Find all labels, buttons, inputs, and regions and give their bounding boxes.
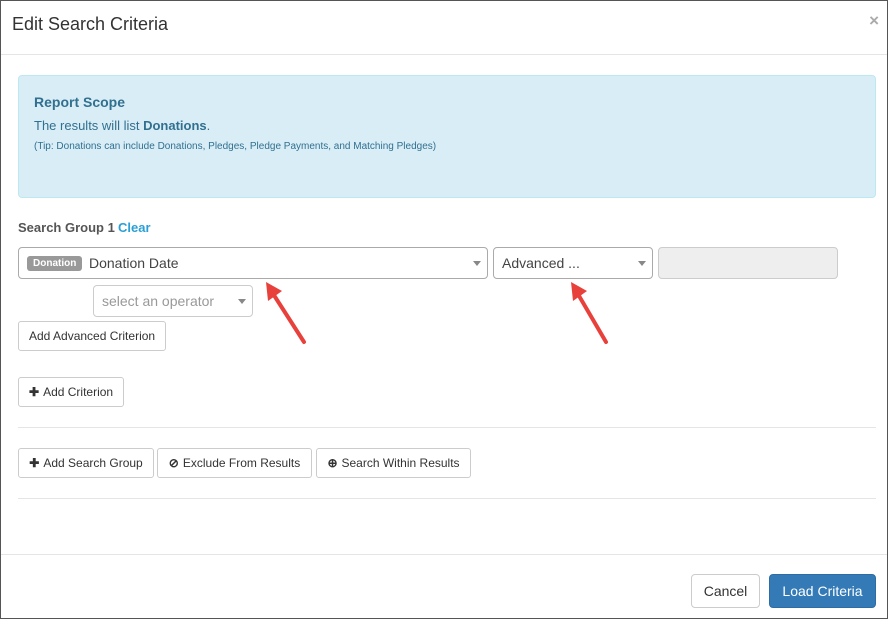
report-scope-tip: (Tip: Donations can include Donations, P… bbox=[34, 141, 437, 152]
report-scope-panel: Report Scope The results will list Donat… bbox=[18, 75, 876, 198]
annotation-arrow-icon bbox=[266, 282, 306, 344]
exclude-from-results-label: Exclude From Results bbox=[182, 456, 301, 470]
criterion-value-input bbox=[658, 247, 838, 279]
chevron-down-icon bbox=[238, 299, 246, 304]
search-within-results-button[interactable]: ⊕ Search Within Results bbox=[316, 448, 471, 478]
zoom-in-icon: ⊕ bbox=[327, 456, 338, 470]
chevron-down-icon bbox=[473, 261, 481, 266]
add-criterion-button[interactable]: ✚ Add Criterion bbox=[18, 377, 124, 407]
chevron-down-icon bbox=[638, 261, 646, 266]
close-icon[interactable]: × bbox=[869, 12, 879, 29]
annotation-arrow-icon bbox=[571, 282, 608, 344]
add-criterion-label: Add Criterion bbox=[43, 385, 114, 399]
cancel-button[interactable]: Cancel bbox=[691, 574, 760, 608]
add-search-group-label: Add Search Group bbox=[43, 456, 143, 470]
criterion-category-badge: Donation bbox=[27, 256, 83, 271]
scope-line-prefix: The results will list bbox=[34, 118, 144, 133]
criterion-operator-select[interactable]: select an operator bbox=[93, 285, 253, 317]
modal-footer-divider bbox=[1, 554, 887, 555]
scope-line-suffix: . bbox=[206, 118, 211, 133]
criterion-field-select[interactable]: Donation Donation Date bbox=[18, 247, 488, 279]
criterion-advanced-value: Advanced ... bbox=[502, 255, 580, 271]
add-advanced-criterion-button[interactable]: Add Advanced Criterion bbox=[18, 321, 166, 351]
divider bbox=[18, 427, 876, 428]
criterion-advanced-select[interactable]: Advanced ... bbox=[493, 247, 653, 279]
divider bbox=[18, 498, 876, 499]
search-group-clear-link[interactable]: Clear bbox=[118, 220, 151, 235]
search-group-label: Search Group 1 bbox=[18, 220, 115, 235]
search-within-results-label: Search Within Results bbox=[341, 456, 460, 470]
add-search-group-button[interactable]: ✚ Add Search Group bbox=[18, 448, 154, 478]
report-scope-title: Report Scope bbox=[34, 94, 126, 110]
modal-title: Edit Search Criteria bbox=[12, 14, 169, 34]
plus-icon: ✚ bbox=[29, 385, 40, 399]
exclude-from-results-button[interactable]: ⊘ Exclude From Results bbox=[157, 448, 312, 478]
load-criteria-button[interactable]: Load Criteria bbox=[769, 574, 876, 608]
scope-line-entity: Donations bbox=[143, 118, 207, 133]
modal-header: Edit Search Criteria × bbox=[1, 1, 887, 55]
report-scope-description: The results will list Donations. bbox=[34, 118, 210, 133]
operator-placeholder: select an operator bbox=[102, 293, 215, 309]
criterion-field-value: Donation Date bbox=[89, 255, 179, 271]
edit-search-criteria-modal: Edit Search Criteria × Report Scope The … bbox=[0, 0, 888, 619]
ban-icon: ⊘ bbox=[168, 456, 179, 470]
plus-icon: ✚ bbox=[29, 456, 40, 470]
